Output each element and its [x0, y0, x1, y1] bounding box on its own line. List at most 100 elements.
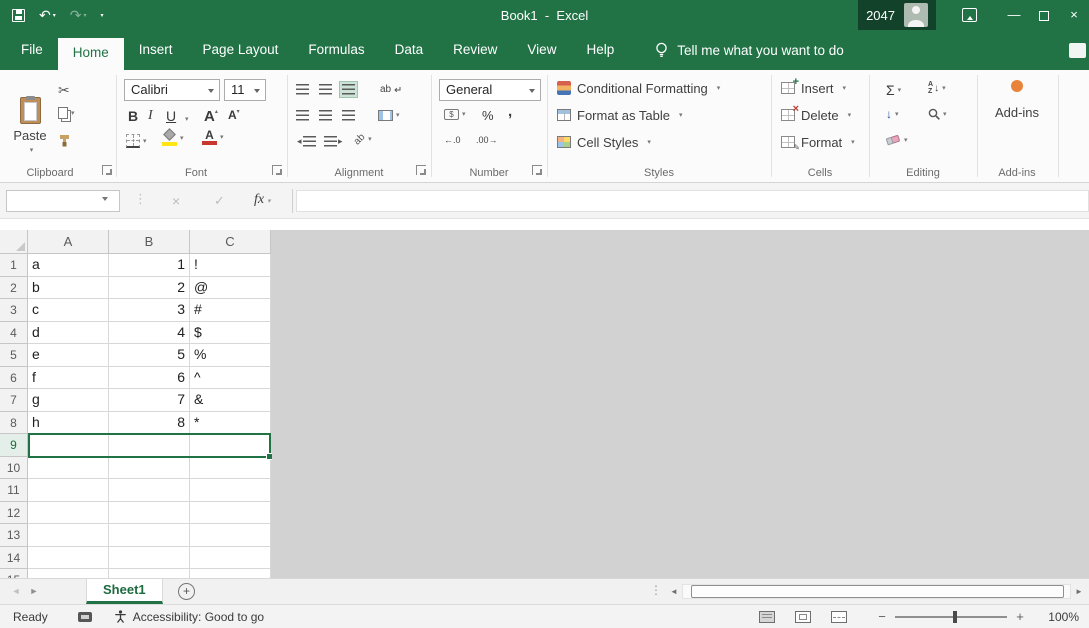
middle-align-button[interactable]	[317, 82, 334, 97]
top-align-button[interactable]	[294, 82, 311, 97]
row-header-13[interactable]: 13	[0, 524, 28, 547]
cell-a13[interactable]	[28, 524, 109, 547]
row-header-15[interactable]: 15	[0, 569, 28, 578]
comma-style-button[interactable]: ,	[508, 108, 512, 116]
cell-a7[interactable]: g	[28, 389, 109, 412]
format-as-table-button[interactable]: Format as Table▾	[557, 106, 720, 124]
cell-a14[interactable]	[28, 547, 109, 570]
cell-b8[interactable]: 8	[109, 412, 190, 435]
row-header-14[interactable]: 14	[0, 547, 28, 570]
row-header-1[interactable]: 1	[0, 254, 28, 277]
cell-c9[interactable]	[190, 434, 271, 457]
cell-a2[interactable]: b	[28, 277, 109, 300]
cell-b12[interactable]	[109, 502, 190, 525]
tab-page-layout[interactable]: Page Layout	[188, 30, 294, 70]
tab-review[interactable]: Review	[438, 30, 512, 70]
tab-insert[interactable]: Insert	[124, 30, 188, 70]
sort-filter-button[interactable]: AZ ↓▾	[928, 81, 946, 95]
add-ins-button[interactable]: Add-ins	[988, 80, 1046, 120]
cell-c4[interactable]: $	[190, 322, 271, 345]
tell-me-box[interactable]: Tell me what you want to do	[655, 30, 844, 70]
decrease-font-button[interactable]: A▾	[228, 108, 240, 122]
cell-a3[interactable]: c	[28, 299, 109, 322]
sheet-nav-next-icon[interactable]: ►	[26, 579, 42, 604]
scrollbar-track[interactable]	[682, 584, 1071, 599]
cell-c5[interactable]: %	[190, 344, 271, 367]
cell-styles-button[interactable]: Cell Styles▾	[557, 133, 720, 151]
conditional-formatting-button[interactable]: Conditional Formatting▾	[557, 79, 720, 97]
tab-scrollbar-splitter[interactable]: ⋮	[650, 583, 662, 597]
column-header-c[interactable]: C	[190, 230, 271, 254]
cell-c2[interactable]: @	[190, 277, 271, 300]
tab-help[interactable]: Help	[571, 30, 629, 70]
cell-c8[interactable]: *	[190, 412, 271, 435]
underline-options-icon[interactable]: ▾	[182, 108, 189, 124]
wrap-text-button[interactable]: ab	[378, 82, 403, 97]
ribbon-display-options-icon[interactable]	[962, 8, 977, 22]
increase-font-button[interactable]: A▴	[204, 108, 218, 125]
share-icon[interactable]	[1069, 43, 1086, 58]
clear-button[interactable]: ▾	[886, 134, 908, 146]
enter-icon[interactable]: ✓	[214, 193, 225, 209]
cell-c12[interactable]	[190, 502, 271, 525]
cell-c10[interactable]	[190, 457, 271, 480]
redo-icon[interactable]: ↷▾	[70, 7, 87, 24]
cell-b5[interactable]: 5	[109, 344, 190, 367]
cell-c15[interactable]	[190, 569, 271, 578]
tab-view[interactable]: View	[512, 30, 571, 70]
zoom-slider-handle[interactable]	[953, 611, 957, 623]
cancel-icon[interactable]: ×	[172, 193, 180, 209]
align-left-button[interactable]	[294, 108, 311, 123]
cell-c13[interactable]	[190, 524, 271, 547]
minimize-button[interactable]: —	[999, 0, 1029, 30]
cell-b10[interactable]	[109, 457, 190, 480]
format-cells-button[interactable]: Format▾	[781, 133, 855, 151]
cell-c7[interactable]: &	[190, 389, 271, 412]
close-button[interactable]: ×	[1059, 0, 1089, 30]
cell-a4[interactable]: d	[28, 322, 109, 345]
cell-b3[interactable]: 3	[109, 299, 190, 322]
number-dialog-launcher-icon[interactable]	[532, 165, 542, 175]
cell-a6[interactable]: f	[28, 367, 109, 390]
normal-view-button[interactable]	[759, 611, 775, 623]
format-painter-button[interactable]	[58, 134, 71, 147]
row-header-9[interactable]: 9	[0, 434, 28, 457]
column-header-a[interactable]: A	[28, 230, 109, 254]
borders-button[interactable]: ▾	[126, 134, 147, 148]
autosum-button[interactable]: Σ▾	[886, 82, 901, 98]
cell-a8[interactable]: h	[28, 412, 109, 435]
undo-icon[interactable]: ↶▾	[39, 7, 56, 24]
formula-bar-splitter[interactable]: ⋮	[134, 191, 147, 207]
sheet-tab-sheet1[interactable]: Sheet1	[86, 579, 163, 604]
avatar[interactable]	[904, 3, 928, 27]
align-right-button[interactable]	[340, 108, 357, 123]
cell-c11[interactable]	[190, 479, 271, 502]
cell-b2[interactable]: 2	[109, 277, 190, 300]
tab-formulas[interactable]: Formulas	[293, 30, 379, 70]
cell-b6[interactable]: 6	[109, 367, 190, 390]
row-header-8[interactable]: 8	[0, 412, 28, 435]
decrease-indent-button[interactable]: ◂	[294, 134, 318, 149]
cell-a1[interactable]: a	[28, 254, 109, 277]
select-all-button[interactable]	[0, 230, 28, 254]
horizontal-scrollbar[interactable]: ◄ ►	[666, 583, 1087, 600]
bottom-align-button[interactable]	[340, 82, 357, 97]
cell-b13[interactable]	[109, 524, 190, 547]
tab-data[interactable]: Data	[380, 30, 439, 70]
clipboard-dialog-launcher-icon[interactable]	[102, 165, 112, 175]
cell-c14[interactable]	[190, 547, 271, 570]
tab-file[interactable]: File	[6, 30, 58, 70]
increase-indent-button[interactable]: ▸	[322, 134, 346, 149]
page-break-view-button[interactable]	[831, 611, 847, 623]
cell-c6[interactable]: ^	[190, 367, 271, 390]
accessibility-status[interactable]: Accessibility: Good to go	[114, 610, 264, 624]
scrollbar-thumb[interactable]	[691, 585, 1064, 598]
italic-button[interactable]: I	[148, 108, 153, 124]
font-size-select[interactable]: 11	[224, 79, 266, 101]
accounting-format-button[interactable]: $▾	[444, 109, 466, 120]
alignment-dialog-launcher-icon[interactable]	[416, 165, 426, 175]
percent-style-button[interactable]: %	[482, 108, 494, 123]
row-header-5[interactable]: 5	[0, 344, 28, 367]
new-sheet-button[interactable]: +	[178, 583, 195, 600]
scroll-left-icon[interactable]: ◄	[666, 587, 682, 596]
